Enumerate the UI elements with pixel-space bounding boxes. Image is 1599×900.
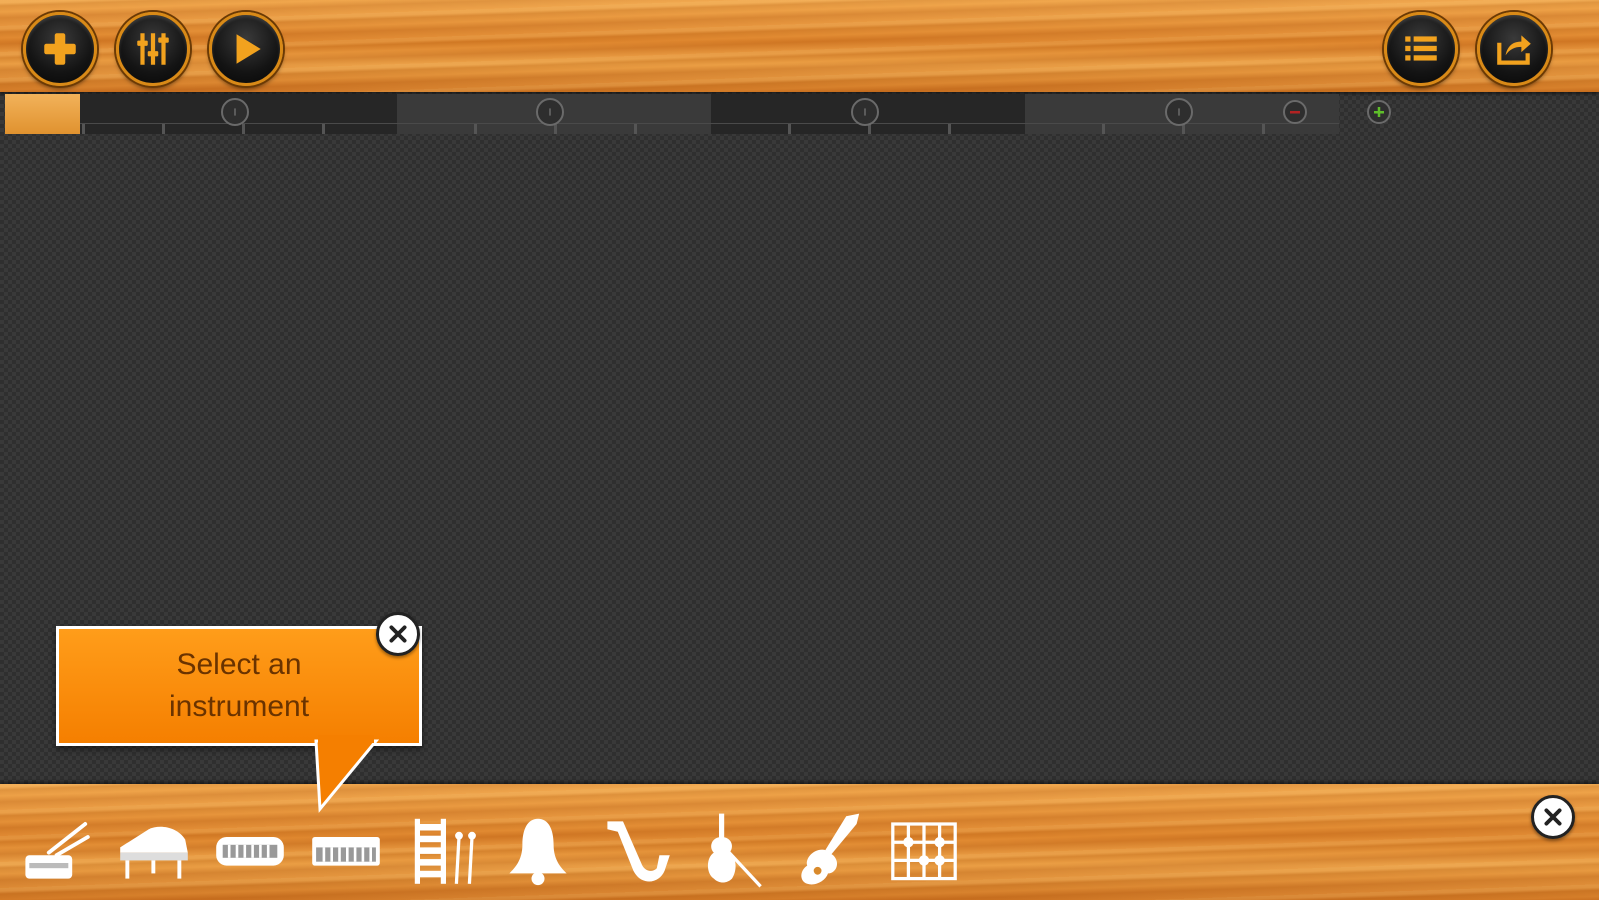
synth-keyboard-icon <box>312 837 380 866</box>
keyboard-icon <box>216 837 284 866</box>
instrument-drums[interactable] <box>12 808 96 892</box>
info-icon <box>234 108 236 116</box>
violin-icon <box>707 813 762 888</box>
measure-3-info-button[interactable] <box>851 98 879 126</box>
list-icon <box>1405 36 1437 61</box>
mixer-icon <box>137 33 169 65</box>
measure-1-info-button[interactable] <box>221 98 249 126</box>
add-icon <box>44 33 76 65</box>
instrument-synth[interactable] <box>304 808 388 892</box>
info-icon <box>1178 108 1180 116</box>
tooltip-tail <box>314 735 380 813</box>
electric-guitar-icon <box>801 813 860 885</box>
drum-icon <box>25 822 90 879</box>
share-icon <box>1497 35 1531 65</box>
add-button[interactable] <box>23 12 97 86</box>
instrument-xylophone[interactable] <box>404 808 488 892</box>
add-measure-button[interactable] <box>1367 100 1391 124</box>
instrument-electric-guitar[interactable] <box>786 808 870 892</box>
instrument-tooltip: Select an instrument <box>56 626 422 746</box>
mixer-button[interactable] <box>116 12 190 86</box>
top-toolbar <box>0 0 1599 92</box>
instrument-bell[interactable] <box>496 808 580 892</box>
chord-grid-icon <box>891 822 957 881</box>
close-icon <box>1544 808 1562 826</box>
saxophone-icon <box>607 821 670 882</box>
remove-measure-button[interactable] <box>1283 100 1307 124</box>
share-button[interactable] <box>1477 12 1551 86</box>
info-icon <box>864 108 866 116</box>
instrument-piano[interactable] <box>112 808 196 892</box>
bell-icon <box>509 818 567 886</box>
tooltip-text: Select an instrument <box>168 648 310 723</box>
minus-icon <box>1290 111 1300 114</box>
play-button[interactable] <box>209 12 283 86</box>
plus-icon <box>1374 107 1384 117</box>
info-icon <box>549 108 551 116</box>
instrument-bar-close-button[interactable] <box>1531 795 1575 839</box>
measure-4-info-button[interactable] <box>1165 98 1193 126</box>
measure-2-info-button[interactable] <box>536 98 564 126</box>
xylophone-icon <box>414 818 476 884</box>
song-list-button[interactable] <box>1384 12 1458 86</box>
instrument-violin[interactable] <box>690 808 774 892</box>
instrument-chord-grid[interactable] <box>882 808 966 892</box>
loop-marker[interactable] <box>5 94 80 134</box>
play-icon <box>236 34 261 64</box>
timeline-ruler[interactable] <box>5 94 1391 134</box>
close-icon <box>389 625 407 643</box>
instrument-keyboard[interactable] <box>208 808 292 892</box>
instrument-saxophone[interactable] <box>594 808 678 892</box>
grand-piano-icon <box>120 826 188 879</box>
tooltip-close-button[interactable] <box>376 612 420 656</box>
